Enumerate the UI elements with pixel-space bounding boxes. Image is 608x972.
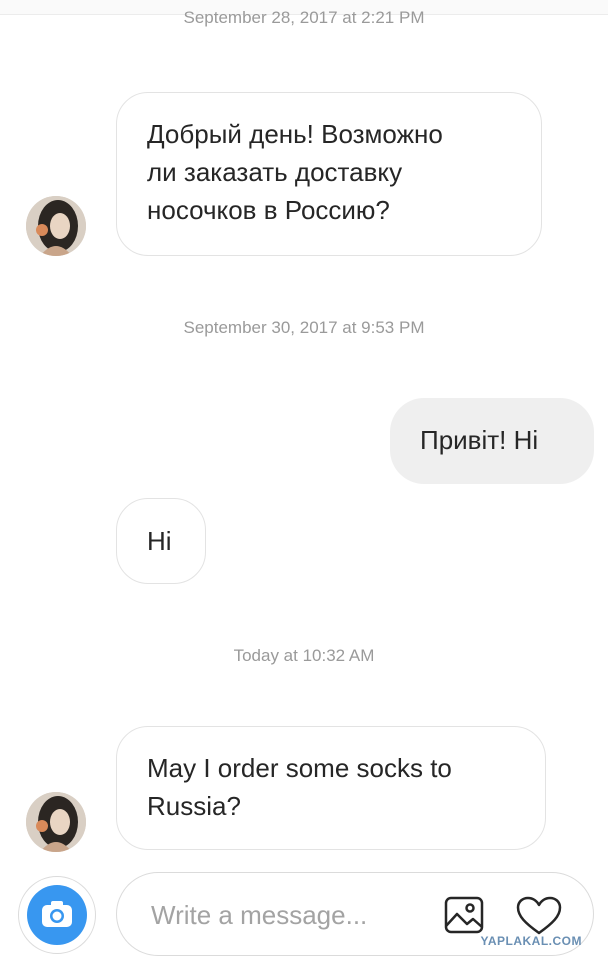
message-bubble-incoming[interactable]: Добрый день! Возможно ли заказать достав…: [116, 92, 542, 256]
heart-icon[interactable]: [515, 895, 563, 937]
sender-avatar[interactable]: [26, 792, 86, 852]
message-input[interactable]: [149, 893, 433, 937]
message-text-line: Добрый день! Возможно: [147, 119, 443, 149]
message-text-line: May I order some socks to: [147, 753, 452, 783]
timestamp: September 28, 2017 at 2:21 PM: [183, 8, 425, 27]
sender-avatar[interactable]: [26, 196, 86, 256]
avatar-image: [26, 792, 86, 852]
message-text-line: Russia?: [147, 791, 241, 821]
timestamp: September 30, 2017 at 9:53 PM: [183, 318, 425, 337]
message-bubble-incoming[interactable]: May I order some socks to Russia?: [116, 726, 546, 850]
timestamp: Today at 10:32 AM: [233, 646, 375, 665]
message-bubble-outgoing[interactable]: Привіт! Hi: [390, 398, 594, 484]
camera-button[interactable]: [18, 876, 96, 954]
gallery-icon[interactable]: [443, 895, 485, 935]
message-text-line: ли заказать доставку: [147, 157, 403, 187]
watermark: YAPLAKAL.COM: [480, 934, 582, 948]
message-bubble-incoming[interactable]: Hi: [116, 498, 206, 584]
message-text: Hi: [147, 526, 172, 556]
message-text-line: носочков в Россию?: [147, 195, 390, 225]
avatar-image: [26, 196, 86, 256]
message-text: Привіт! Hi: [420, 425, 539, 455]
camera-icon: [27, 885, 87, 945]
